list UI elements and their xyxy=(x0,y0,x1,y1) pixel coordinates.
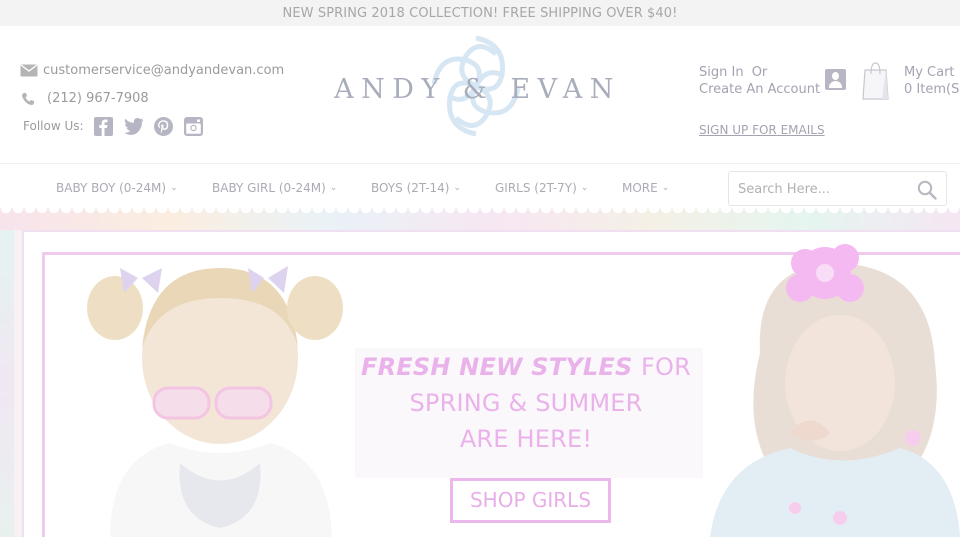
nav-item-label: MORE xyxy=(622,181,658,195)
promo-banner: NEW SPRING 2018 COLLECTION! FREE SHIPPIN… xyxy=(0,0,960,26)
nav-item-label: BABY BOY (0-24M) xyxy=(56,181,167,195)
hero-headline-for: FOR xyxy=(641,353,692,381)
hero-headline-line3: ARE HERE! xyxy=(459,425,593,453)
site-header: customerservice@andyandevan.com (212) 96… xyxy=(0,26,960,163)
user-account-icon[interactable] xyxy=(825,69,846,90)
search-input[interactable] xyxy=(738,180,908,198)
logo-wordmark: ANDY & EVAN xyxy=(334,74,621,105)
hero-girl-right-image xyxy=(710,244,960,537)
facebook-icon[interactable] xyxy=(94,116,114,136)
cart-item-count[interactable]: 0 Item(S) xyxy=(904,81,960,98)
phone-contact[interactable]: (212) 967-7908 xyxy=(21,91,149,106)
nav-item-more[interactable]: MORE ⌄ xyxy=(622,181,669,195)
cart-label[interactable]: My Cart xyxy=(904,64,960,81)
nav-item-baby-boy[interactable]: BABY BOY (0-24M) ⌄ xyxy=(56,181,178,195)
account-links: Sign In Or Create An Account xyxy=(699,64,820,98)
chevron-down-icon: ⌄ xyxy=(580,183,589,193)
chevron-down-icon: ⌄ xyxy=(329,183,338,193)
cart-summary[interactable]: My Cart 0 Item(S) xyxy=(904,64,960,98)
pinterest-icon[interactable] xyxy=(154,116,174,136)
chevron-down-icon: ⌄ xyxy=(453,183,461,193)
email-address[interactable]: customerservice@andyandevan.com xyxy=(43,63,284,78)
promo-text: NEW SPRING 2018 COLLECTION! FREE SHIPPIN… xyxy=(282,6,678,21)
hero-copy: FRESH NEW STYLES FOR SPRING & SUMMER ARE… xyxy=(346,353,706,523)
nav-item-label: BABY GIRL (0-24M) xyxy=(212,181,326,195)
hero-edge-decoration xyxy=(0,230,14,537)
search-box xyxy=(728,171,947,206)
hero-girl-left-image xyxy=(87,266,343,537)
chevron-down-icon: ⌄ xyxy=(170,183,178,193)
shopping-bag-icon[interactable] xyxy=(862,62,889,100)
instagram-icon[interactable] xyxy=(184,116,204,136)
sign-in-link[interactable]: Sign In xyxy=(699,65,744,80)
social-links: Follow Us: xyxy=(23,116,214,136)
hero-headline-line2: SPRING & SUMMER xyxy=(409,389,643,417)
brand-logo[interactable]: ANDY & EVAN xyxy=(330,34,625,138)
or-separator: Or xyxy=(751,65,768,80)
twitter-icon[interactable] xyxy=(123,116,144,136)
hero-banner[interactable]: FRESH NEW STYLES FOR SPRING & SUMMER ARE… xyxy=(0,208,960,537)
hero-headline-bold: FRESH NEW STYLES xyxy=(360,353,633,381)
envelope-icon xyxy=(20,64,38,77)
hero-headline-line1: FRESH NEW STYLES FOR xyxy=(346,353,706,381)
scalloped-edge xyxy=(0,208,960,218)
nav-item-label: GIRLS (2T-7Y) xyxy=(495,181,577,195)
follow-us-label: Follow Us: xyxy=(23,119,84,133)
nav-item-baby-girl[interactable]: BABY GIRL (0-24M) ⌄ xyxy=(212,181,337,195)
shop-girls-button[interactable]: SHOP GIRLS xyxy=(450,478,611,523)
chevron-down-icon: ⌄ xyxy=(661,183,670,193)
phone-icon xyxy=(21,92,39,106)
nav-item-boys[interactable]: BOYS (2T-14) ⌄ xyxy=(371,181,461,195)
search-icon[interactable] xyxy=(917,180,937,200)
nav-item-label: BOYS (2T-14) xyxy=(371,181,450,195)
create-account-link[interactable]: Create An Account xyxy=(699,81,820,98)
email-contact[interactable]: customerservice@andyandevan.com xyxy=(20,63,284,78)
email-signup-link[interactable]: SIGN UP FOR EMAILS xyxy=(699,123,825,137)
phone-number[interactable]: (212) 967-7908 xyxy=(47,91,149,106)
nav-item-girls[interactable]: GIRLS (2T-7Y) ⌄ xyxy=(495,181,588,195)
main-navigation: BABY BOY (0-24M) ⌄ BABY GIRL (0-24M) ⌄ BOY… xyxy=(0,163,960,208)
